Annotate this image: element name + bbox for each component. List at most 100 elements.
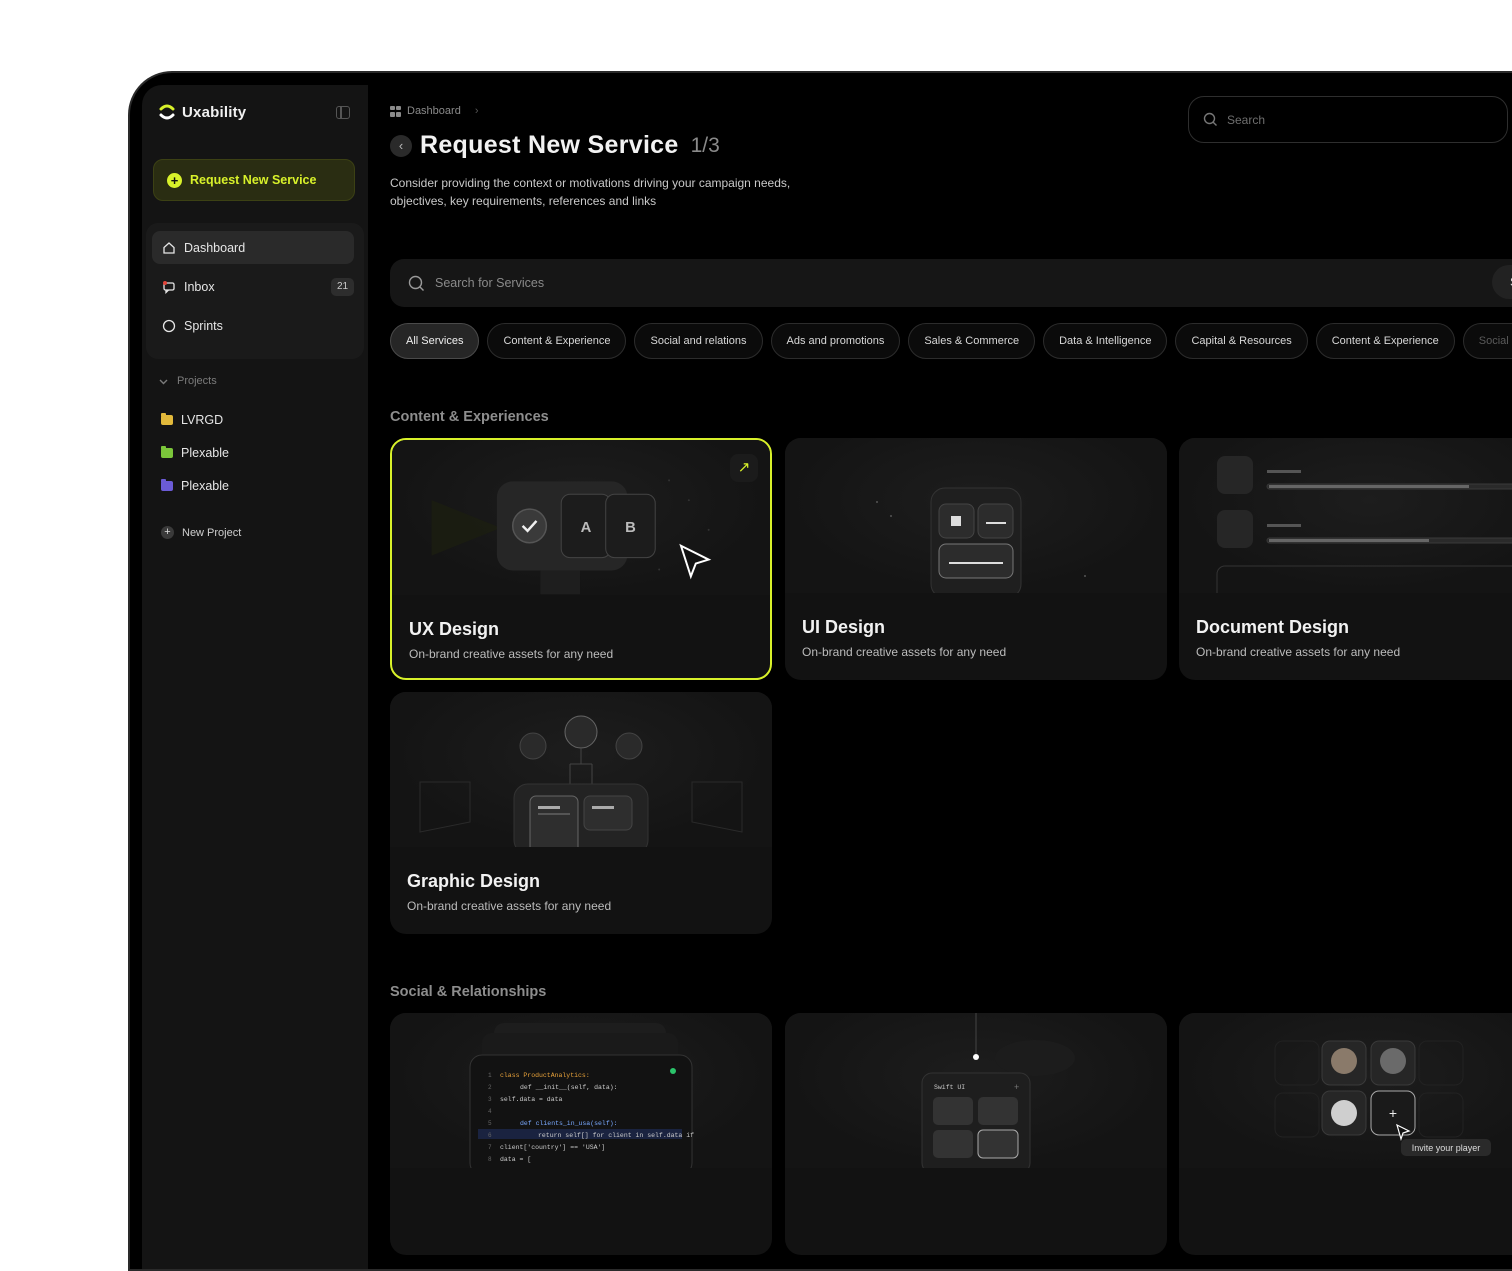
breadcrumb: Dashboard › [390, 105, 479, 117]
svg-text:8: 8 [488, 1156, 492, 1163]
service-search-input[interactable]: Search for Services Search [390, 259, 1512, 307]
folder-icon [161, 446, 173, 458]
circle-icon [162, 319, 176, 332]
card-title: Document Design [1196, 617, 1350, 637]
document-illustration-svg [1216, 456, 1512, 607]
swift-ui-illustration: Swift UI + [785, 1013, 1167, 1174]
svg-text:+: + [1014, 1082, 1019, 1092]
search-icon [1203, 112, 1217, 126]
card-description: On-brand creative assets for any need [802, 645, 1007, 659]
graphic-illustration-svg [419, 715, 743, 857]
project-label: LVRGD [181, 413, 224, 427]
projects-label: Projects [177, 375, 217, 387]
graphic-design-illustration [390, 692, 772, 857]
project-item-plexable-2[interactable]: Plexable [161, 479, 229, 493]
chip-content-experience[interactable]: Content & Experience [487, 323, 627, 359]
sidebar-item-inbox[interactable]: Inbox 21 [152, 270, 354, 303]
plus-icon: + [161, 526, 174, 539]
folder-icon [161, 413, 173, 425]
service-card-graphic-design[interactable]: Graphic Design On-brand creative assets … [390, 692, 772, 934]
code-line-8: data = [ [500, 1156, 531, 1163]
project-item-plexable[interactable]: Plexable [161, 446, 229, 460]
new-project-button[interactable]: + New Project [161, 526, 241, 539]
card-title: UX Design [409, 619, 500, 639]
sidebar-item-sprints[interactable]: Sprints [152, 309, 354, 342]
request-new-service-button[interactable]: + Request New Service [153, 159, 355, 201]
global-search-placeholder: Search [1227, 112, 1266, 127]
svg-text:5: 5 [488, 1120, 492, 1127]
logo-icon [159, 104, 175, 120]
service-search-placeholder: Search for Services [435, 276, 545, 290]
key-a-label: A [581, 520, 592, 536]
svg-text:3: 3 [488, 1096, 492, 1103]
svg-text:2: 2 [488, 1084, 492, 1091]
service-card-document-design[interactable]: Document Design On-brand creative assets… [1179, 438, 1512, 680]
chip-all-services[interactable]: All Services [390, 323, 480, 359]
brand-name: Uxability [182, 103, 247, 121]
swift-ui-label: Swift UI [934, 1084, 965, 1091]
inbox-count-badge: 21 [331, 278, 354, 296]
back-button[interactable]: ‹ [390, 134, 412, 157]
chevron-down-icon [159, 379, 168, 384]
chip-content-experience-2[interactable]: Content & Experience [1315, 323, 1455, 359]
project-item-lvrgd[interactable]: LVRGD [161, 413, 223, 427]
project-label: Plexable [181, 446, 229, 460]
swift-illustration-svg: Swift UI + [921, 1013, 1075, 1174]
chip-social-relations-2[interactable]: Social and relations [1462, 323, 1512, 359]
category-filter-chips: All Services Content & Experience Social… [390, 323, 1512, 359]
ux-illustration-svg: A B [431, 479, 712, 595]
invite-illustration-svg: + Invite your player [1274, 1040, 1491, 1156]
ui-design-illustration [785, 438, 1167, 599]
brand[interactable]: Uxability [158, 103, 246, 121]
chip-data-intelligence[interactable]: Data & Intelligence [1043, 323, 1168, 359]
step-indicator: 1/3 [690, 133, 720, 157]
section-title-content: Content & Experiences [390, 409, 549, 425]
code-line-3: self.data = data [500, 1096, 563, 1103]
service-card-ui-design[interactable]: UI Design On-brand creative assets for a… [785, 438, 1167, 680]
card-description: On-brand creative assets for any need [409, 647, 614, 661]
code-line-1: class ProductAnalytics: [500, 1072, 590, 1079]
ux-design-illustration: A B ↗ [392, 440, 770, 595]
search-icon [408, 275, 424, 291]
chevron-right-icon: › [474, 105, 479, 117]
chip-ads-promotions[interactable]: Ads and promotions [770, 323, 901, 359]
key-b-label: B [625, 520, 636, 536]
code-line-2: def __init__(self, data): [520, 1084, 618, 1091]
service-card-code[interactable]: class ProductAnalytics: def __init__(sel… [390, 1013, 772, 1255]
service-card-invite-player[interactable]: + Invite your player [1179, 1013, 1512, 1255]
card-title: UI Design [802, 617, 886, 637]
card-title: Graphic Design [407, 871, 541, 891]
sidebar-item-label: Dashboard [184, 240, 246, 255]
card-description: On-brand creative assets for any need [407, 899, 612, 913]
sidebar-item-dashboard[interactable]: Dashboard [152, 231, 354, 264]
new-project-label: New Project [182, 526, 242, 539]
plus-icon: + [167, 172, 182, 188]
inbox-icon [163, 280, 175, 294]
sidebar-item-label: Inbox [184, 279, 215, 294]
chip-sales-commerce[interactable]: Sales & Commerce [908, 323, 1036, 359]
service-card-ux-design[interactable]: A B ↗ UX Design On-brand creative assets… [390, 438, 772, 680]
section-title-social: Social & Relationships [390, 984, 547, 1000]
chip-social-relations[interactable]: Social and relations [634, 323, 763, 359]
request-button-label: Request New Service [190, 173, 317, 187]
code-line-6: return self[] for client in self.data if [538, 1132, 694, 1139]
ui-illustration-svg [876, 487, 1086, 599]
sidebar-toggle-icon[interactable] [336, 106, 350, 119]
chip-capital-resources[interactable]: Capital & Resources [1175, 323, 1308, 359]
svg-text:+: + [1389, 1105, 1397, 1121]
title-row: ‹ Request New Service 1/3 [390, 131, 720, 160]
service-card-swift-ui[interactable]: Swift UI + [785, 1013, 1167, 1255]
service-search-button[interactable]: Search [1492, 265, 1512, 299]
home-icon [163, 241, 175, 254]
global-search-input[interactable]: Search [1188, 96, 1508, 143]
sidebar-item-label: Sprints [184, 318, 223, 333]
document-design-illustration [1179, 438, 1512, 607]
folder-icon [161, 479, 173, 491]
page-title: Request New Service [420, 131, 679, 159]
breadcrumb-dashboard[interactable]: Dashboard [407, 105, 461, 117]
svg-text:1: 1 [488, 1072, 492, 1079]
svg-text:7: 7 [488, 1144, 492, 1151]
open-arrow-icon[interactable]: ↗ [730, 454, 758, 482]
projects-header[interactable]: Projects [158, 375, 217, 387]
invite-player-illustration: + Invite your player [1179, 1013, 1512, 1168]
